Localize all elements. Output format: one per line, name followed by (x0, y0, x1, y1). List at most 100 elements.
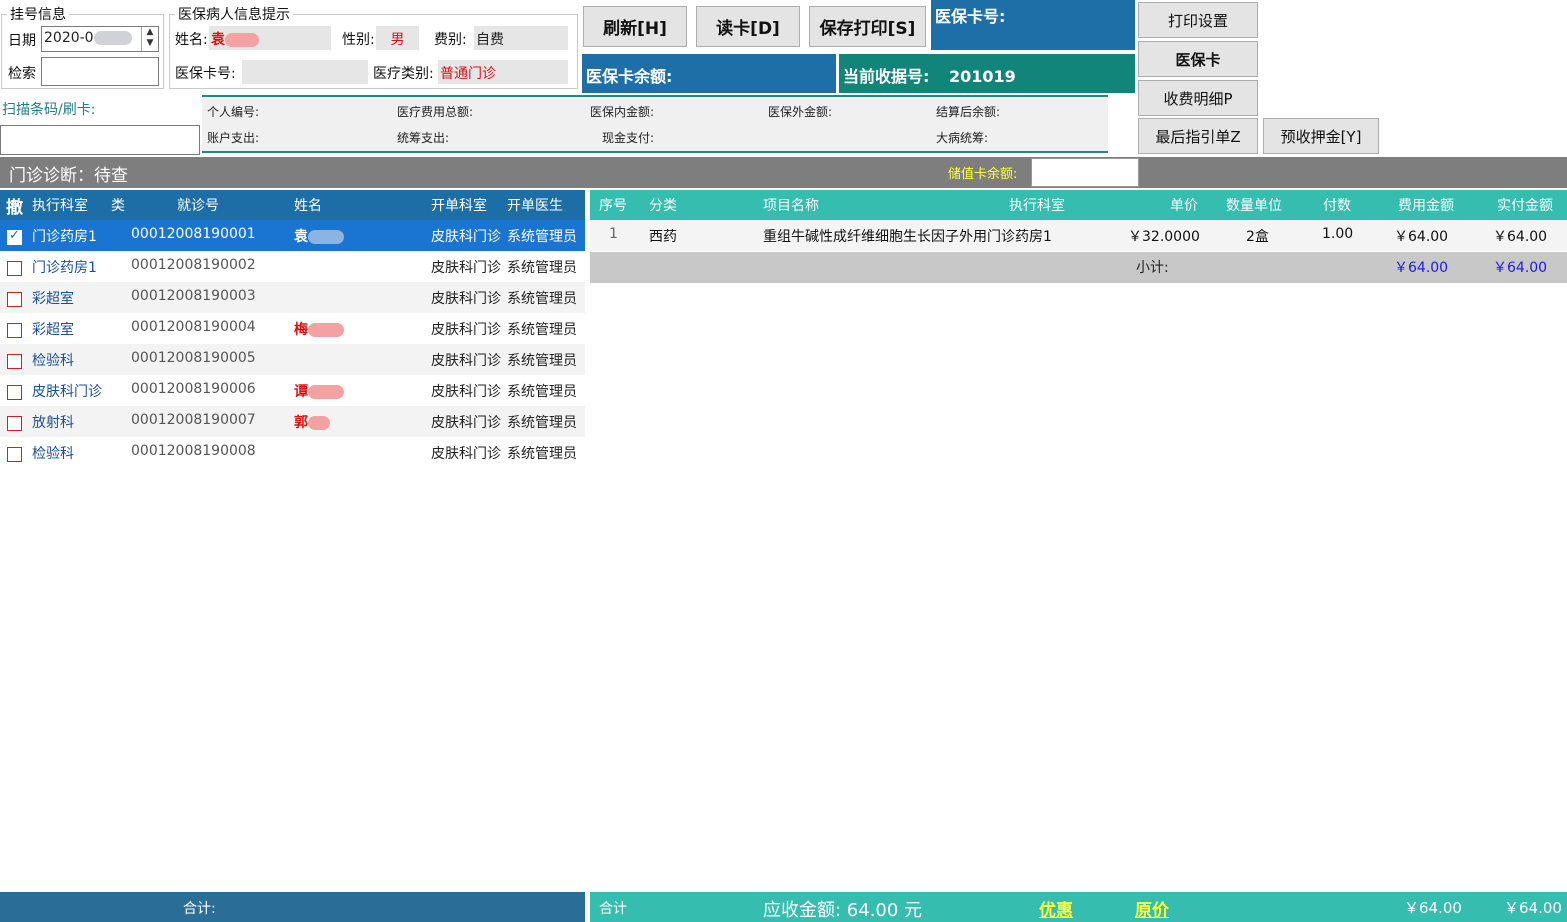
row-order-dept: 皮肤科门诊 (431, 291, 501, 307)
col-doses[interactable]: 付数 (1323, 195, 1351, 215)
out-insurance-label: 医保外金额: (768, 105, 833, 119)
date-value: 2020-0 (44, 30, 94, 46)
table-row[interactable]: 皮肤科门诊 00012008190006 谭 皮肤科门诊 系统管理员 (0, 375, 585, 406)
col-revoke[interactable]: 撤 (6, 193, 23, 218)
col-amount[interactable]: 费用金额 (1398, 195, 1454, 215)
row-doctor: 系统管理员 (507, 446, 577, 462)
col-order-dept[interactable]: 开单科室 (431, 195, 487, 215)
account-pay-label: 账户支出: (207, 131, 260, 145)
search-label: 检索 (8, 66, 36, 82)
discount-link[interactable]: 优惠 (1039, 896, 1073, 921)
date-picker[interactable]: 2020-0 ▲ ▼ (41, 26, 159, 52)
table-row[interactable]: 放射科 00012008190007 郭 皮肤科门诊 系统管理员 (0, 406, 585, 437)
col-paid[interactable]: 实付金额 (1497, 195, 1553, 215)
row-order-dept: 皮肤科门诊 (431, 446, 501, 462)
insurance-card-button[interactable]: 医保卡 (1138, 41, 1258, 77)
row-dept: 检验科 (32, 446, 74, 462)
redacted-name (225, 33, 259, 47)
patient-name-value: 袁 (211, 32, 225, 48)
gender-label: 性别: (342, 32, 375, 48)
search-input[interactable] (41, 57, 159, 86)
row-doctor: 系统管理员 (507, 291, 577, 307)
item-amount: ￥64.00 (1394, 229, 1449, 245)
item-unit-price: ￥32.0000 (1128, 229, 1200, 245)
row-dept: 皮肤科门诊 (32, 384, 102, 400)
table-row[interactable]: 检验科 00012008190008 皮肤科门诊 系统管理员 (0, 437, 585, 468)
row-checkbox[interactable] (7, 385, 22, 400)
table-row[interactable]: 彩超室 00012008190004 梅 皮肤科门诊 系统管理员 (0, 313, 585, 344)
row-dept: 彩超室 (32, 291, 74, 307)
subtotal-paid: ￥64.00 (1493, 260, 1548, 276)
deposit-button[interactable]: 预收押金[Y] (1263, 118, 1379, 154)
table-row[interactable]: 门诊药房1 00012008190002 皮肤科门诊 系统管理员 (0, 251, 585, 282)
col-type[interactable]: 类 (111, 195, 125, 215)
row-visit-no: 00012008190001 (131, 226, 256, 242)
row-name-text: 郭 (294, 415, 308, 431)
footer-amount: ￥64.00 (1404, 899, 1462, 917)
row-dept: 检验科 (32, 353, 74, 369)
insurance-card-no-value (242, 60, 368, 84)
item-name: 重组牛碱性成纤维细胞生长因子外用门诊药房1 (763, 229, 1052, 245)
total-cost-label: 医疗费用总额: (397, 105, 474, 119)
col-seq[interactable]: 序号 (599, 195, 627, 215)
subtotal-row: 小计: ￥64.00 ￥64.00 (590, 252, 1567, 283)
table-row[interactable]: 彩超室 00012008190003 皮肤科门诊 系统管理员 (0, 282, 585, 313)
in-insurance-label: 医保内金额: (590, 105, 655, 119)
row-doctor: 系统管理员 (507, 229, 577, 245)
last-guide-button[interactable]: 最后指引单Z (1138, 118, 1258, 154)
col-doctor[interactable]: 开单医生 (507, 195, 563, 215)
row-visit-no: 00012008190008 (131, 443, 256, 459)
row-checkbox[interactable] (7, 228, 22, 245)
row-order-dept: 皮肤科门诊 (431, 384, 501, 400)
insurance-card-no-panel: 医保卡号: (931, 0, 1135, 50)
col-category[interactable]: 分类 (649, 195, 677, 215)
fee-type-value: 自费 (474, 26, 568, 50)
stored-card-input[interactable] (1031, 158, 1139, 187)
item-paid: ￥64.00 (1493, 229, 1548, 245)
row-checkbox[interactable] (7, 292, 22, 307)
save-print-button[interactable]: 保存打印[S] (809, 6, 926, 47)
row-checkbox[interactable] (7, 354, 22, 369)
row-name-text: 谭 (294, 384, 308, 400)
row-doctor: 系统管理员 (507, 415, 577, 431)
row-checkbox[interactable] (7, 261, 22, 276)
row-checkbox[interactable] (7, 323, 22, 338)
col-exec-dept[interactable]: 执行科室 (1009, 195, 1065, 215)
row-visit-no: 00012008190007 (131, 412, 256, 428)
item-seq: 1 (609, 226, 618, 242)
item-doses: 1.00 (1322, 226, 1354, 242)
date-spinner[interactable]: ▲ ▼ (141, 27, 158, 51)
row-checkbox[interactable] (7, 447, 22, 462)
diagnosis-bar: 门诊诊断：待查 储值卡余额: (0, 157, 1567, 188)
col-qty-unit[interactable]: 数量单位 (1226, 195, 1282, 215)
refresh-button[interactable]: 刷新[H] (583, 6, 687, 47)
scan-input[interactable] (0, 125, 200, 155)
receivable-amount: 应收金额: 64.00 元 (763, 900, 923, 921)
item-row[interactable]: 1 西药 重组牛碱性成纤维细胞生长因子外用门诊药房1 ￥32.0000 2盒 1… (590, 220, 1567, 251)
row-checkbox[interactable] (7, 416, 22, 431)
receipt-label: 当前收据号: (843, 67, 930, 86)
medical-type-label: 医疗类别: (373, 66, 434, 82)
original-price-link[interactable]: 原价 (1135, 896, 1169, 921)
read-card-button[interactable]: 读卡[D] (696, 6, 800, 47)
col-exec-dept[interactable]: 执行科室 (32, 195, 88, 215)
cash-pay-label: 现金支付: (602, 131, 655, 145)
col-unit-price[interactable]: 单价 (1170, 195, 1198, 215)
col-name[interactable]: 姓名 (294, 195, 322, 215)
table-row[interactable]: 检验科 00012008190005 皮肤科门诊 系统管理员 (0, 344, 585, 375)
table-row[interactable]: 门诊药房1 00012008190001 袁 皮肤科门诊 系统管理员 (0, 220, 585, 251)
stored-card-label: 储值卡余额: (948, 167, 1018, 182)
row-order-dept: 皮肤科门诊 (431, 260, 501, 276)
row-doctor: 系统管理员 (507, 260, 577, 276)
print-settings-button[interactable]: 打印设置 (1138, 2, 1258, 38)
col-visit-no[interactable]: 就诊号 (177, 195, 219, 215)
col-item-name[interactable]: 项目名称 (763, 195, 819, 215)
charge-detail-button[interactable]: 收费明细P (1138, 80, 1258, 116)
right-footer: 合计 应收金额: 64.00 元 优惠 原价 ￥64.00 ￥64.00 (590, 892, 1567, 922)
settlement-panel: 个人编号: 医疗费用总额: 医保内金额: 医保外金额: 结算后余额: 账户支出:… (202, 95, 1108, 153)
row-name: 袁 (294, 226, 344, 246)
row-visit-no: 00012008190003 (131, 288, 256, 304)
patient-name-label: 姓名: (175, 32, 208, 48)
card-balance-panel: 医保卡余额: (582, 54, 836, 93)
item-category: 西药 (649, 229, 677, 245)
